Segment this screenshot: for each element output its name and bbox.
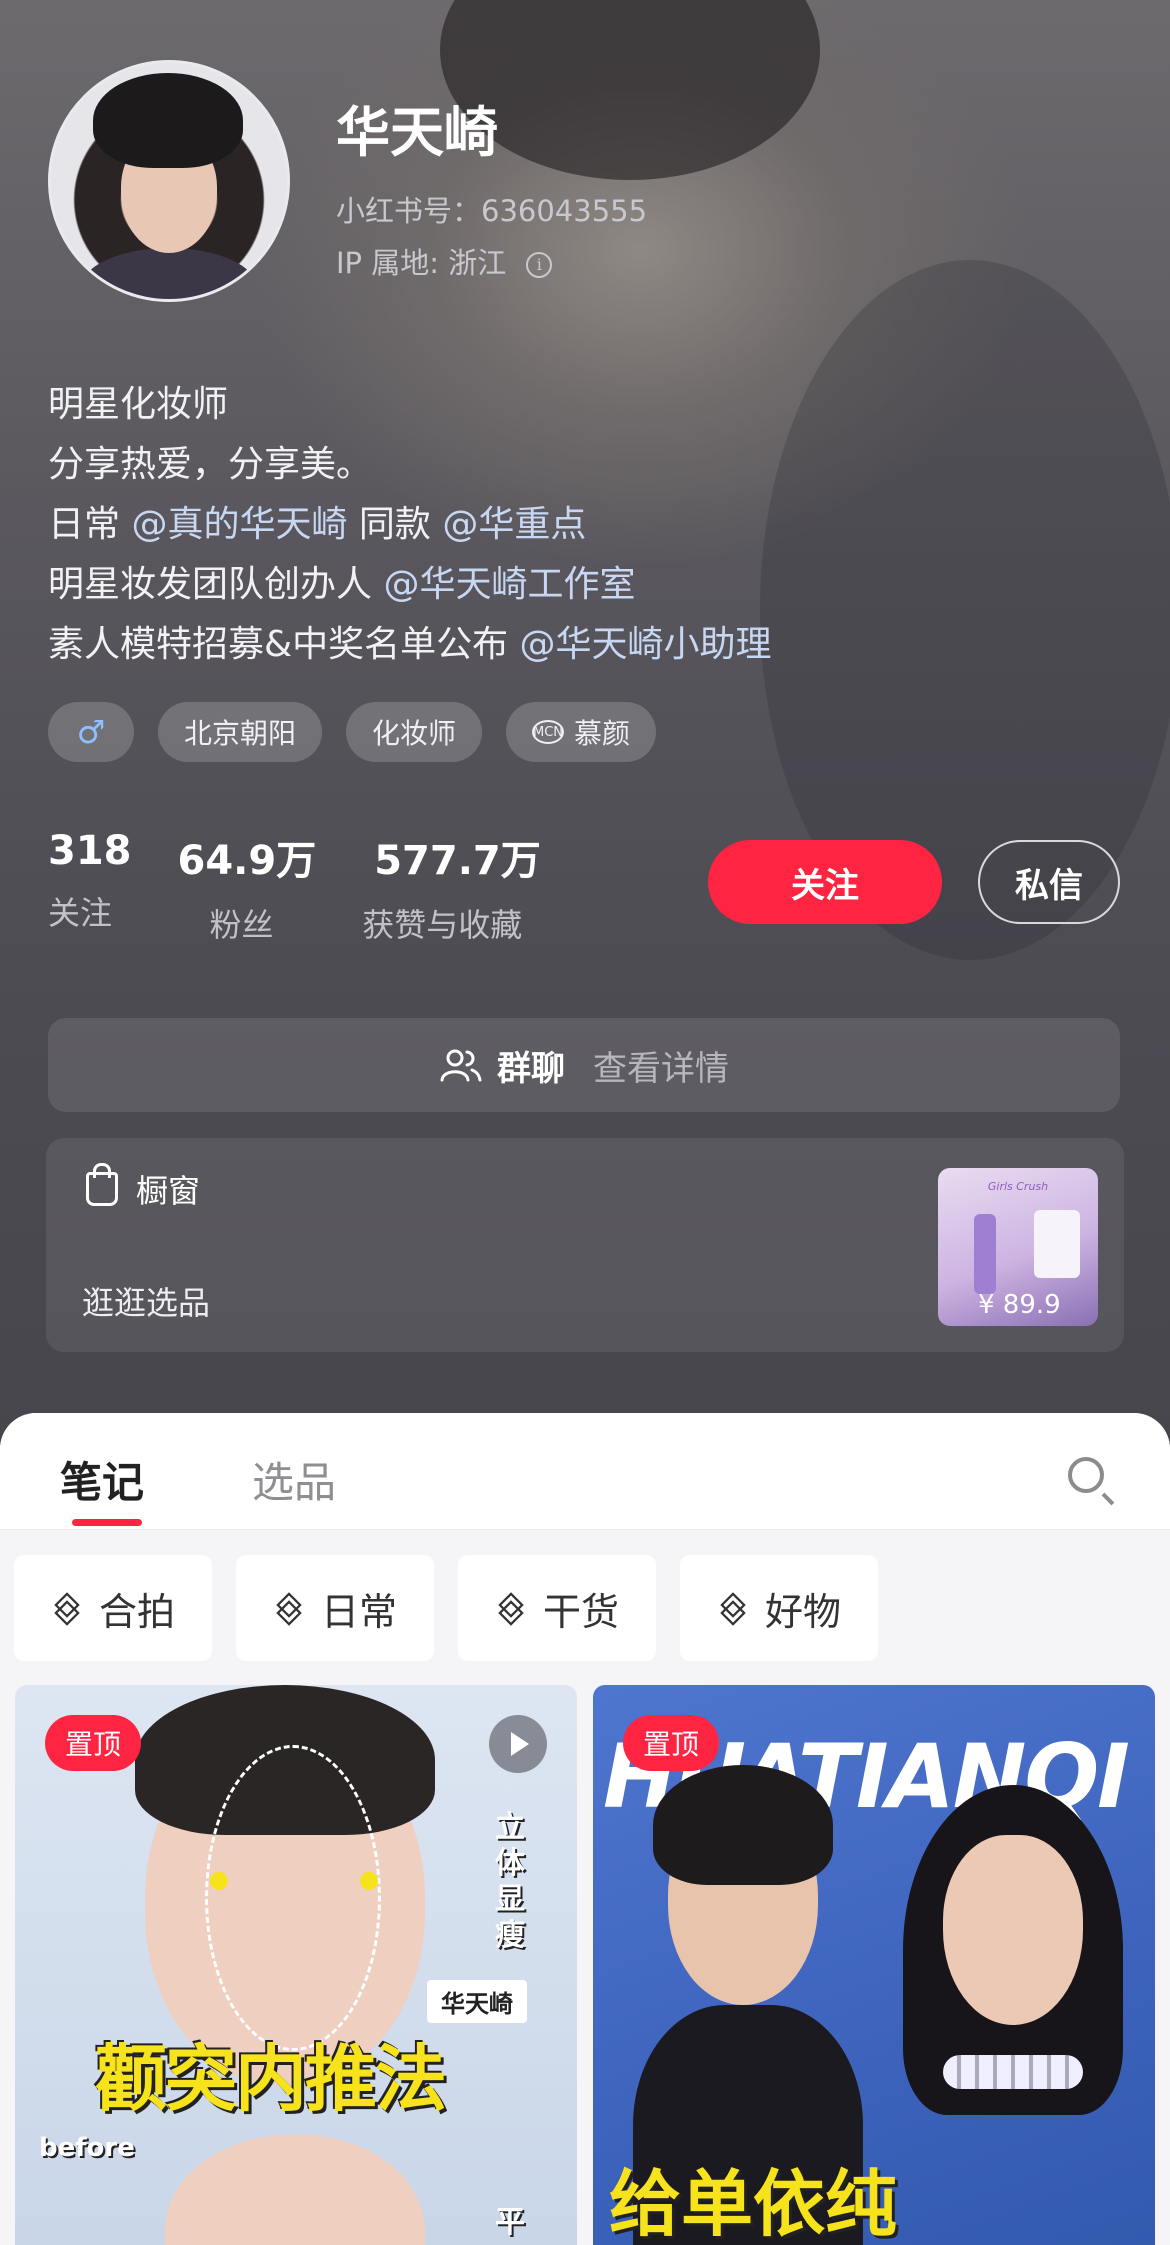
- cover-headline: 颧突内推法: [95, 2037, 447, 2121]
- profession-tag: 化妆师: [346, 702, 483, 762]
- ip-location: IP 属地: 浙江: [336, 246, 507, 280]
- content-tabs: 笔记 选品: [0, 1413, 1170, 1530]
- red-id[interactable]: 小红书号：636043555: [336, 188, 647, 230]
- location-tag: 北京朝阳: [158, 702, 323, 762]
- product-brand: Girls Crush: [987, 1180, 1049, 1193]
- message-button[interactable]: 私信: [978, 840, 1120, 924]
- gender-tag: ♂: [48, 702, 134, 762]
- tab-selection[interactable]: 选品: [252, 1449, 336, 1510]
- stat-label: 关注: [48, 894, 113, 932]
- cover-face-image-lower: [165, 2135, 425, 2245]
- avatar-hair: [93, 73, 243, 168]
- collection-richang[interactable]: 日常: [236, 1555, 434, 1661]
- collection-label: 日常: [320, 1589, 397, 1634]
- stat-likes[interactable]: 577.7万 获赞与收藏: [362, 828, 541, 946]
- collection-hepai[interactable]: 合拍: [14, 1555, 212, 1661]
- play-icon: [489, 1715, 547, 1773]
- shopping-bag-icon: [86, 1163, 118, 1206]
- bio-text: 分享热爱，分享美。: [48, 444, 373, 485]
- stat-following[interactable]: 318 关注: [48, 828, 132, 946]
- highlight-dot: [360, 1872, 378, 1890]
- stat-label: 粉丝: [209, 906, 274, 944]
- collection-label: 合拍: [98, 1589, 175, 1634]
- mention-link[interactable]: @华天崎工作室: [383, 564, 635, 605]
- bio-line: 明星化妆师: [48, 375, 772, 435]
- collection-haowu[interactable]: 好物: [680, 1555, 878, 1661]
- avatar[interactable]: [48, 60, 290, 302]
- tab-notes[interactable]: 笔记: [60, 1449, 144, 1510]
- profile-name: 华天崎: [336, 101, 498, 164]
- bio-text: 素人模特招募&中奖名单公布: [48, 624, 520, 665]
- cover-name-tag: 华天崎: [427, 1980, 527, 2023]
- collection-label: 干货: [542, 1589, 619, 1634]
- layers-icon: [717, 1592, 749, 1626]
- shop-browse-text: 逛逛选品: [82, 1284, 211, 1322]
- bio-text: 日常: [48, 504, 132, 545]
- pinned-badge: 置顶: [623, 1715, 720, 1771]
- collection-label: 好物: [764, 1589, 841, 1634]
- group-chat-detail: 查看详情: [593, 1048, 729, 1089]
- mention-link[interactable]: @真的华天崎: [131, 504, 347, 545]
- profile-tags: ♂ 北京朝阳 化妆师 MCN 慕颜: [48, 702, 657, 762]
- stat-label: 获赞与收藏: [362, 906, 523, 944]
- mcn-tag[interactable]: MCN 慕颜: [506, 702, 657, 762]
- profile-bio: 明星化妆师 分享热爱，分享美。 日常 @真的华天崎 同款 @华重点 明星妆发团队创办人…: [48, 375, 772, 675]
- group-chat-label: 群聊: [497, 1048, 565, 1089]
- mention-link[interactable]: @华重点: [442, 504, 586, 545]
- note-collections: 合拍 日常 干货 好物: [14, 1555, 878, 1661]
- highlight-dot: [210, 1872, 228, 1890]
- product-thumbnail[interactable]: Girls Crush ¥ 89.9: [938, 1168, 1098, 1326]
- search-icon[interactable]: [1068, 1457, 1104, 1493]
- bio-line: 日常 @真的华天崎 同款 @华重点: [48, 495, 772, 555]
- stat-followers[interactable]: 64.9万 粉丝: [178, 828, 317, 946]
- layers-icon: [273, 1592, 305, 1626]
- mcn-icon: MCN: [532, 720, 565, 744]
- group-chat-bar[interactable]: 群聊 查看详情: [48, 1018, 1120, 1112]
- product-price: ¥ 89.9: [978, 1290, 1061, 1320]
- group-icon: [440, 1049, 482, 1082]
- cover-side-text-lower: 平: [495, 2205, 525, 2240]
- stat-value: 577.7万: [374, 838, 541, 884]
- bio-line: 素人模特招募&中奖名单公布 @华天崎小助理: [48, 615, 772, 675]
- mcn-label: 慕颜: [574, 717, 631, 750]
- note-card[interactable]: HUATIANQI 给单依纯 置顶: [593, 1685, 1155, 2245]
- product-bottle-image: [974, 1214, 996, 1294]
- ip-location-row: IP 属地: 浙江 i: [336, 240, 553, 282]
- info-icon[interactable]: i: [526, 252, 553, 278]
- mention-link[interactable]: @华天崎小助理: [520, 624, 772, 665]
- face-contour-guide: [205, 1745, 381, 2051]
- layers-icon: [495, 1592, 527, 1626]
- bio-text: 明星妆发团队创办人: [48, 564, 384, 605]
- shop-title-row: 橱窗: [86, 1163, 201, 1212]
- bio-line: 分享热爱，分享美。: [48, 435, 772, 495]
- note-card[interactable]: 立体显瘦 华天崎 颧突内推法 before 平 置顶: [15, 1685, 577, 2245]
- stats-row: 318 关注 64.9万 粉丝 577.7万 获赞与收藏: [48, 828, 587, 946]
- bio-line: 明星妆发团队创办人 @华天崎工作室: [48, 555, 772, 615]
- bio-text: 同款: [347, 504, 443, 545]
- cover-before-label: before: [39, 2133, 135, 2163]
- bio-text: 明星化妆师: [48, 384, 229, 425]
- cover-side-text: 立体显瘦: [495, 1810, 525, 1953]
- follow-button[interactable]: 关注: [708, 840, 942, 924]
- pinned-badge: 置顶: [45, 1715, 142, 1771]
- shop-window[interactable]: 橱窗 逛逛选品 Girls Crush ¥ 89.9: [46, 1138, 1124, 1352]
- avatar-body: [81, 248, 257, 299]
- content-panel: 笔记 选品 合拍 日常 干货 好物 立体显瘦 华天崎 颧突内推法 before …: [0, 1413, 1170, 2245]
- cover-person-female: [893, 1785, 1133, 2245]
- product-box-image: [1034, 1210, 1080, 1278]
- stat-value: 318: [48, 828, 132, 874]
- collection-ganhuo[interactable]: 干货: [458, 1555, 656, 1661]
- shop-title: 橱窗: [136, 1172, 201, 1210]
- layers-icon: [51, 1592, 83, 1626]
- cover-headline: 给单依纯: [609, 2162, 898, 2245]
- stat-value: 64.9万: [177, 838, 317, 884]
- active-tab-indicator: [72, 1519, 142, 1526]
